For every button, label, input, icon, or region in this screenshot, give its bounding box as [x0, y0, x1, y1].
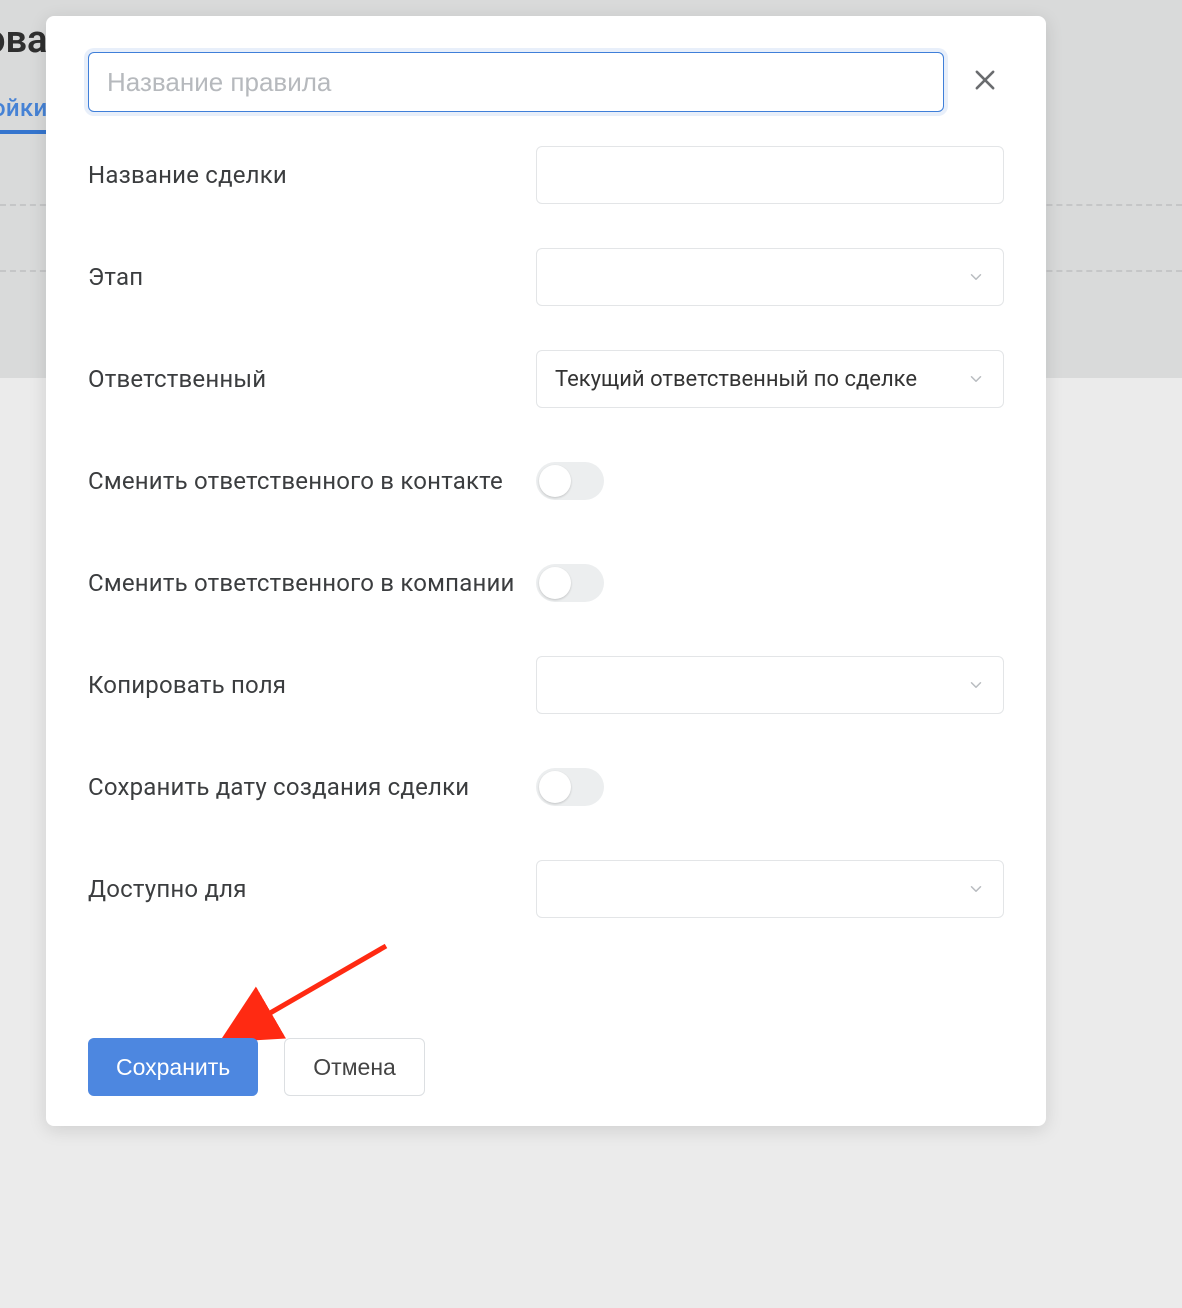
change-contact-responsible-toggle[interactable]: [536, 462, 604, 500]
field-available-for: Доступно для: [88, 860, 1004, 918]
cancel-button[interactable]: Отмена: [284, 1038, 425, 1096]
stage-select[interactable]: [536, 248, 1004, 306]
field-label: Этап: [88, 263, 143, 291]
chevron-down-icon: [967, 880, 985, 898]
rule-edit-modal: Название сделки Этап Ответственный Текущ…: [46, 16, 1046, 1126]
chevron-down-icon: [967, 676, 985, 694]
toggle-knob: [539, 771, 571, 803]
field-label: Сменить ответственного в компании: [88, 569, 515, 597]
field-stage: Этап: [88, 248, 1004, 306]
keep-created-date-toggle[interactable]: [536, 768, 604, 806]
field-label: Сохранить дату создания сделки: [88, 773, 469, 801]
field-label: Ответственный: [88, 365, 266, 393]
annotation-arrow: [246, 940, 406, 1040]
toggle-knob: [539, 567, 571, 599]
field-deal-name: Название сделки: [88, 146, 1004, 204]
field-responsible: Ответственный Текущий ответственный по с…: [88, 350, 1004, 408]
deal-name-input[interactable]: [536, 146, 1004, 204]
field-label: Копировать поля: [88, 671, 286, 699]
chevron-down-icon: [967, 268, 985, 286]
available-for-select[interactable]: [536, 860, 1004, 918]
change-company-responsible-toggle[interactable]: [536, 564, 604, 602]
field-label: Сменить ответственного в контакте: [88, 467, 503, 495]
copy-fields-select[interactable]: [536, 656, 1004, 714]
field-change-company-responsible: Сменить ответственного в компании: [88, 554, 1004, 612]
field-change-contact-responsible: Сменить ответственного в контакте: [88, 452, 1004, 510]
field-label: Доступно для: [88, 875, 247, 903]
field-keep-created-date: Сохранить дату создания сделки: [88, 758, 1004, 816]
chevron-down-icon: [967, 370, 985, 388]
field-label: Название сделки: [88, 161, 287, 189]
rule-name-input[interactable]: [88, 52, 944, 112]
responsible-select[interactable]: Текущий ответственный по сделке: [536, 350, 1004, 408]
modal-actions: Сохранить Отмена: [88, 1038, 425, 1096]
select-value: Текущий ответственный по сделке: [555, 367, 953, 392]
save-button[interactable]: Сохранить: [88, 1038, 258, 1096]
toggle-knob: [539, 465, 571, 497]
field-copy-fields: Копировать поля: [88, 656, 1004, 714]
close-icon: [971, 66, 999, 98]
close-button[interactable]: [966, 63, 1004, 101]
